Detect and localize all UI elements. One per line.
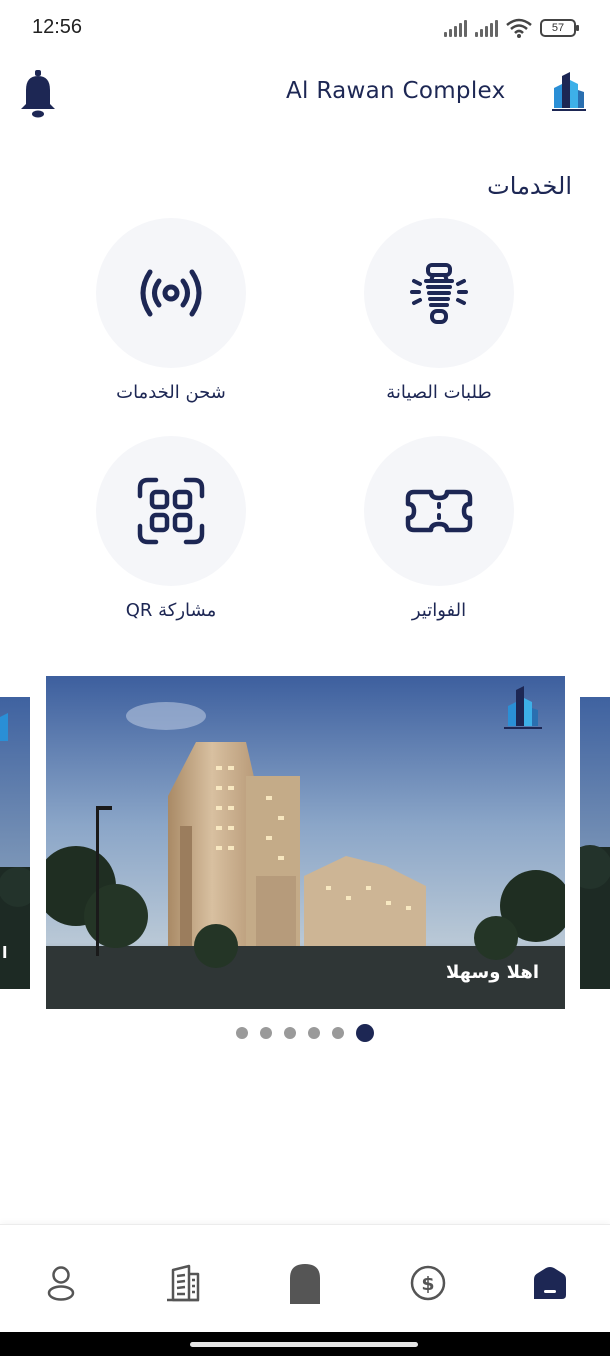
carousel-dot[interactable] [332, 1027, 344, 1039]
invoices-button[interactable]: الفواتير [339, 436, 539, 621]
prev-slide-caption: ا [2, 943, 8, 962]
dollar-icon: $ [410, 1265, 446, 1301]
home-gesture-pill[interactable] [190, 1342, 418, 1347]
bell-icon[interactable] [18, 68, 58, 118]
service-label: الفواتير [411, 600, 467, 621]
services-title: الخدمات [487, 172, 572, 200]
carousel-next-slide[interactable] [580, 697, 610, 989]
signal-icon [444, 19, 467, 37]
share-qr-button[interactable]: مشاركة QR [71, 436, 271, 621]
app-header: Al Rawan Complex [0, 60, 610, 130]
profile-icon [47, 1266, 75, 1301]
nav-door[interactable] [281, 1259, 329, 1307]
carousel-dot[interactable] [260, 1027, 272, 1039]
broadcast-icon [140, 269, 202, 317]
signal-icon-2 [475, 19, 498, 37]
carousel-indicator [236, 1024, 374, 1042]
carousel-prev-slide[interactable]: ا [0, 697, 30, 989]
alrawan-logo [548, 70, 588, 114]
document-icon [167, 1264, 200, 1302]
home-icon [534, 1267, 566, 1299]
tile-circle [364, 436, 514, 586]
carousel-dot[interactable] [284, 1027, 296, 1039]
status-icons: 57 [444, 18, 579, 38]
door-icon [290, 1264, 320, 1304]
bottom-nav: $ [0, 1224, 610, 1332]
nav-payments[interactable]: $ [404, 1259, 452, 1307]
gesture-bar [0, 1332, 610, 1356]
tile-circle [96, 436, 246, 586]
slide-caption: اهلا وسهلا [445, 962, 539, 983]
carousel-dot[interactable] [236, 1027, 248, 1039]
wifi-icon [506, 18, 532, 38]
nav-documents[interactable] [159, 1259, 207, 1307]
qr-grid-icon [137, 477, 205, 545]
maintenance-requests-button[interactable]: طلبات الصيانة [339, 218, 539, 403]
services-recharge-button[interactable]: شحن الخدمات [71, 218, 271, 403]
svg-text:$: $ [421, 1273, 434, 1295]
building-photo [46, 676, 565, 1009]
nav-profile[interactable] [37, 1259, 85, 1307]
nav-home[interactable] [526, 1259, 574, 1307]
ticket-icon [405, 489, 473, 533]
tile-circle [96, 218, 246, 368]
carousel-dot[interactable] [308, 1027, 320, 1039]
next-slide-image [580, 697, 610, 989]
carousel-slide[interactable]: اهلا وسهلا [46, 676, 565, 1009]
service-label: مشاركة QR [125, 600, 217, 621]
battery-icon: 57 [540, 19, 579, 37]
carousel-dot-active[interactable] [356, 1024, 374, 1042]
tile-circle [364, 218, 514, 368]
status-time: 12:56 [32, 16, 83, 38]
status-bar: 12:56 57 [0, 0, 610, 56]
service-label: طلبات الصيانة [386, 382, 492, 403]
service-label: شحن الخدمات [116, 382, 226, 403]
page-title: Al Rawan Complex [286, 78, 506, 104]
maintenance-bulb-icon [410, 263, 468, 324]
